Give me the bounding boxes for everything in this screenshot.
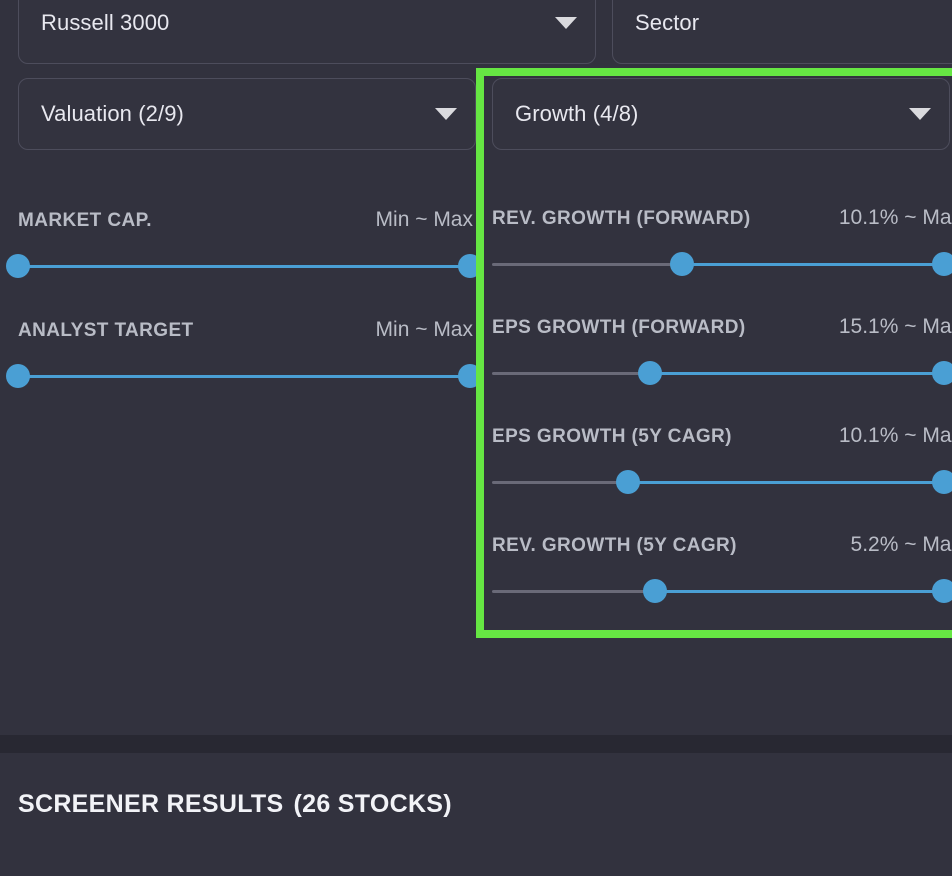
filter-value: Min ~ Max: [375, 318, 473, 341]
filter-label: REV. GROWTH (5Y CAGR): [492, 535, 737, 556]
filter-label: REV. GROWTH (FORWARD): [492, 208, 751, 229]
filter-value: Min ~ Max: [375, 208, 473, 231]
slider-fill: [627, 481, 944, 484]
sector-dropdown[interactable]: Sector: [612, 0, 952, 64]
filter-header: REV. GROWTH (FORWARD) 10.1% ~ Max: [492, 206, 952, 230]
growth-dropdown-label: Growth (4/8): [515, 101, 639, 126]
filter-row-eps-growth-5y-cagr: EPS GROWTH (5Y CAGR) 10.1% ~ Max: [492, 424, 952, 496]
slider-thumb-min[interactable]: [642, 579, 667, 603]
filter-value: 15.1% ~ Max: [838, 315, 952, 338]
range-slider-market-cap[interactable]: [6, 254, 482, 280]
section-divider: [0, 735, 952, 753]
slider-fill: [650, 372, 944, 375]
stock-screener-panel: Russell 3000 Sector Valuation (2/9) MARK…: [0, 0, 952, 876]
filter-label: MARKET CAP.: [18, 210, 152, 231]
filter-row-analyst-target: ANALYST TARGET Min ~ Max: [6, 318, 482, 390]
range-slider-analyst-target[interactable]: [6, 364, 482, 390]
filter-row-rev-growth-5y-cagr: REV. GROWTH (5Y CAGR) 5.2% ~ Max: [492, 533, 952, 605]
slider-fill: [681, 263, 944, 266]
slider-fill: [654, 590, 944, 593]
range-slider-eps-growth-forward[interactable]: [492, 361, 952, 387]
growth-filter-highlight: Growth (4/8) REV. GROWTH (FORWARD) 10.1%…: [476, 68, 952, 638]
filter-label: ANALYST TARGET: [18, 320, 194, 341]
range-slider-rev-growth-5y-cagr[interactable]: [492, 579, 952, 605]
slider-fill: [18, 265, 470, 268]
filter-label: EPS GROWTH (FORWARD): [492, 317, 746, 338]
slider-thumb-min[interactable]: [6, 254, 30, 278]
filter-value: 5.2% ~ Max: [850, 533, 952, 556]
filter-row-market-cap: MARKET CAP. Min ~ Max: [6, 208, 482, 280]
slider-thumb-min[interactable]: [615, 470, 640, 494]
index-dropdown[interactable]: Russell 3000: [18, 0, 596, 64]
filter-label: EPS GROWTH (5Y CAGR): [492, 426, 732, 447]
slider-thumb-max[interactable]: [932, 579, 952, 603]
filter-row-eps-growth-forward: EPS GROWTH (FORWARD) 15.1% ~ Max: [492, 315, 952, 387]
growth-panel: Growth (4/8) REV. GROWTH (FORWARD) 10.1%…: [484, 76, 952, 630]
filter-value: 10.1% ~ Max: [838, 424, 952, 447]
filter-header: MARKET CAP. Min ~ Max: [18, 208, 473, 232]
filter-row-rev-growth-forward: REV. GROWTH (FORWARD) 10.1% ~ Max: [492, 206, 952, 278]
valuation-dropdown-label: Valuation (2/9): [41, 101, 184, 126]
filter-header: EPS GROWTH (FORWARD) 15.1% ~ Max: [492, 315, 952, 339]
screener-results-title: SCREENER RESULTS (26 STOCKS): [18, 790, 452, 819]
slider-thumb-min[interactable]: [669, 252, 694, 276]
filter-header: REV. GROWTH (5Y CAGR) 5.2% ~ Max: [492, 533, 952, 557]
filter-value: 10.1% ~ Max: [838, 206, 952, 229]
slider-thumb-max[interactable]: [932, 361, 952, 385]
growth-dropdown[interactable]: Growth (4/8): [492, 78, 950, 150]
sector-dropdown-label: Sector: [635, 10, 700, 35]
slider-fill: [18, 375, 470, 378]
valuation-dropdown[interactable]: Valuation (2/9): [18, 78, 476, 150]
filter-header: EPS GROWTH (5Y CAGR) 10.1% ~ Max: [492, 424, 952, 448]
chevron-down-icon: [555, 17, 577, 29]
results-title-text: SCREENER RESULTS: [18, 790, 284, 818]
slider-thumb-max[interactable]: [932, 252, 952, 276]
range-slider-eps-growth-5y-cagr[interactable]: [492, 470, 952, 496]
slider-thumb-min[interactable]: [638, 361, 663, 385]
index-dropdown-label: Russell 3000: [41, 10, 170, 35]
slider-thumb-min[interactable]: [6, 364, 30, 388]
chevron-down-icon: [909, 108, 931, 120]
results-count: (26 STOCKS): [293, 790, 452, 818]
chevron-down-icon: [435, 108, 457, 120]
slider-thumb-max[interactable]: [932, 470, 952, 494]
filter-header: ANALYST TARGET Min ~ Max: [18, 318, 473, 342]
range-slider-rev-growth-forward[interactable]: [492, 252, 952, 278]
